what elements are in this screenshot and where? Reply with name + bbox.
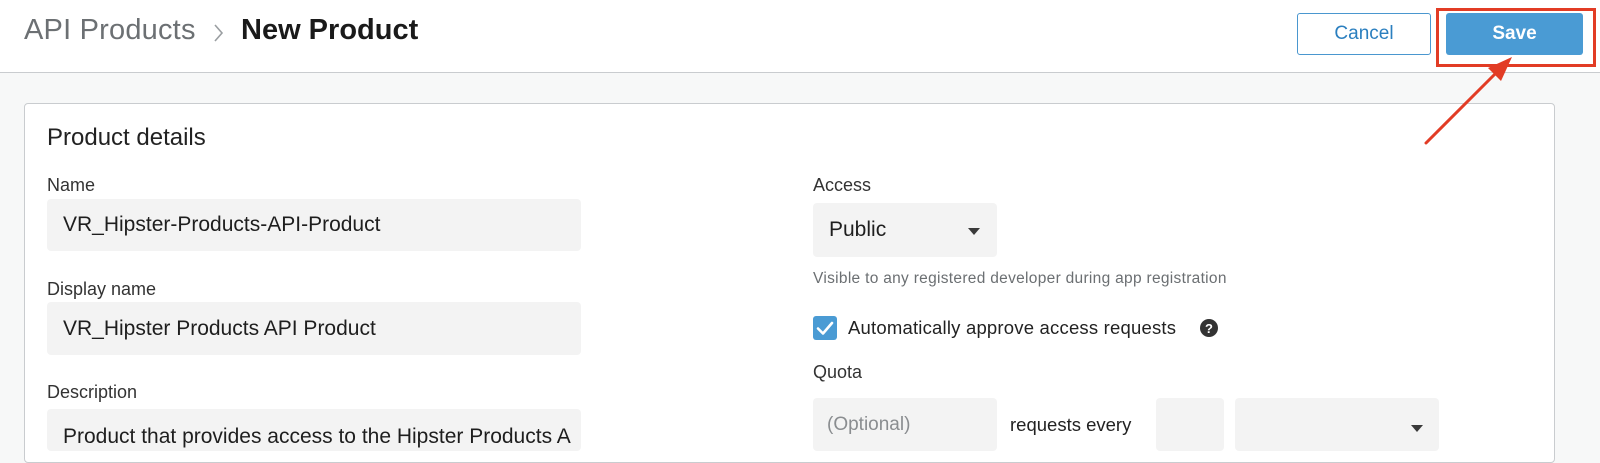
quota-label: Quota: [813, 362, 863, 382]
name-label: Name: [47, 175, 96, 195]
quota-unit-select[interactable]: [1235, 398, 1439, 451]
display-name-input[interactable]: VR_Hipster Products API Product: [47, 302, 581, 355]
cancel-button[interactable]: Cancel: [1297, 13, 1431, 55]
description-input[interactable]: Product that provides access to the Hips…: [47, 409, 581, 451]
breadcrumb-api-products[interactable]: API Products: [24, 14, 196, 47]
quota-requests-input[interactable]: (Optional): [813, 398, 997, 451]
display-name-label: Display name: [47, 279, 157, 299]
requests-every-text: requests every: [1010, 414, 1132, 435]
question-circle-icon[interactable]: ?: [1200, 319, 1218, 337]
save-button[interactable]: Save: [1446, 13, 1583, 55]
auto-approve-checkbox[interactable]: [813, 316, 837, 340]
page-title: New Product: [241, 14, 419, 46]
checkmark-icon: [816, 321, 834, 335]
chevron-down-icon: [968, 228, 980, 235]
access-select[interactable]: Public: [813, 203, 997, 257]
header-bar: API Products New Product Cancel Save: [0, 0, 1600, 73]
chevron-down-icon: [1411, 425, 1423, 432]
auto-approve-label: Automatically approve access requests: [848, 317, 1177, 338]
access-selected-value: Public: [829, 218, 887, 241]
access-label: Access: [813, 175, 872, 195]
access-helper-text: Visible to any registered developer duri…: [813, 270, 1227, 287]
name-input[interactable]: VR_Hipster-Products-API-Product: [47, 199, 581, 251]
quota-interval-input[interactable]: [1156, 398, 1224, 451]
description-label: Description: [47, 382, 138, 402]
section-title: Product details: [47, 124, 206, 151]
chevron-right-icon: [214, 24, 224, 42]
